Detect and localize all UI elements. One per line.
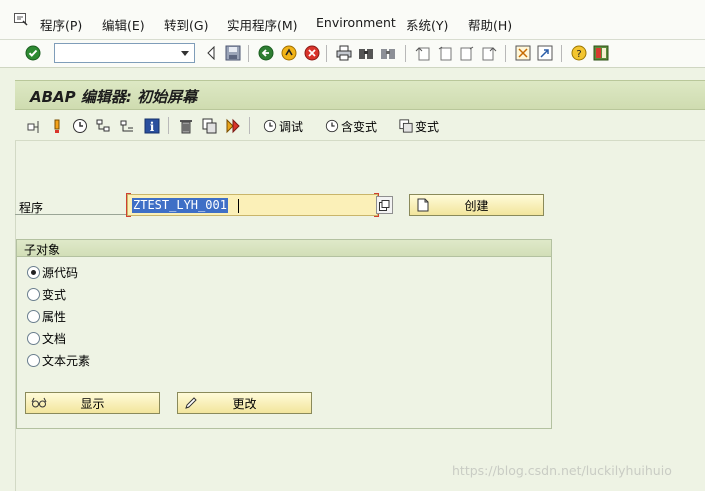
program-name-input[interactable]: ZTEST_LYH_001 bbox=[126, 193, 379, 217]
radio-button[interactable] bbox=[27, 309, 40, 323]
radio-attributes[interactable]: 属性 bbox=[27, 308, 66, 324]
radio-label: 源代码 bbox=[42, 265, 79, 280]
menu-bar: 程序(P) 编辑(E) 转到(G) 实用程序(M) Environment 系统… bbox=[0, 0, 705, 40]
radio-source-code[interactable]: 源代码 bbox=[27, 264, 78, 280]
pencil-icon bbox=[183, 395, 199, 411]
program-name-value[interactable]: ZTEST_LYH_001 bbox=[132, 198, 228, 213]
separator bbox=[561, 45, 562, 62]
object-list-icon[interactable] bbox=[119, 117, 136, 134]
save-icon[interactable] bbox=[224, 44, 242, 62]
variant-label: 变式 bbox=[415, 119, 440, 134]
new-session-icon[interactable] bbox=[514, 44, 532, 62]
text-caret bbox=[238, 199, 239, 213]
debug-label: 调试 bbox=[279, 119, 304, 134]
enter-check-icon[interactable] bbox=[24, 44, 42, 62]
last-page-icon[interactable] bbox=[480, 44, 498, 62]
subobjects-group: 子对象 源代码 变式 属性 文档 文本元素 显示 更改 bbox=[16, 239, 552, 429]
value-help-icon bbox=[379, 199, 390, 211]
radio-label: 属性 bbox=[42, 309, 67, 324]
value-help-button[interactable] bbox=[376, 196, 393, 214]
delete-icon[interactable] bbox=[177, 117, 194, 134]
radio-label: 变式 bbox=[42, 287, 67, 302]
clock-icon bbox=[325, 119, 339, 133]
separator bbox=[168, 117, 169, 134]
copy-icon[interactable] bbox=[201, 117, 218, 134]
menu-program[interactable]: 程序(P) bbox=[40, 15, 82, 34]
first-page-icon[interactable] bbox=[414, 44, 432, 62]
watermark: https://blog.csdn.net/luckilyhuihuio bbox=[452, 463, 672, 478]
rename-icon[interactable] bbox=[225, 117, 242, 134]
separator bbox=[249, 117, 250, 134]
back-triangle-icon[interactable] bbox=[202, 44, 220, 62]
new-document-icon bbox=[415, 197, 431, 213]
layout-menu-icon[interactable] bbox=[592, 44, 610, 62]
execute-with-variant-button[interactable]: 含变式 bbox=[325, 117, 377, 135]
menu-edit[interactable]: 编辑(E) bbox=[102, 15, 145, 34]
required-bracket bbox=[126, 193, 131, 217]
menu-goto[interactable]: 转到(G) bbox=[164, 15, 208, 34]
application-toolbar: i 调试 含变式 变式 bbox=[15, 111, 705, 141]
label-underline bbox=[15, 214, 127, 215]
shortcut-icon[interactable] bbox=[536, 44, 554, 62]
previous-page-icon[interactable] bbox=[436, 44, 454, 62]
find-next-icon[interactable] bbox=[379, 44, 397, 62]
next-page-icon[interactable] bbox=[458, 44, 476, 62]
svg-text:?: ? bbox=[576, 49, 581, 60]
clock-icon bbox=[263, 119, 277, 133]
command-field[interactable] bbox=[54, 43, 195, 63]
check-syntax-icon[interactable] bbox=[48, 117, 65, 134]
back-icon[interactable] bbox=[257, 44, 275, 62]
separator bbox=[405, 45, 406, 62]
chevron-down-icon[interactable] bbox=[176, 44, 194, 62]
menu-help[interactable]: 帮助(H) bbox=[468, 15, 512, 34]
display-button[interactable]: 显示 bbox=[25, 392, 160, 414]
radio-label: 文档 bbox=[42, 331, 67, 346]
other-object-icon[interactable] bbox=[26, 117, 43, 134]
menu-system[interactable]: 系统(Y) bbox=[406, 15, 448, 34]
debug-button[interactable]: 调试 bbox=[263, 117, 303, 135]
menu-environment[interactable]: Environment bbox=[316, 15, 396, 30]
help-icon[interactable]: ? bbox=[570, 44, 588, 62]
variants-button[interactable]: 变式 bbox=[399, 117, 439, 135]
radio-variants[interactable]: 变式 bbox=[27, 286, 66, 302]
where-used-icon[interactable] bbox=[94, 117, 111, 134]
radio-button[interactable] bbox=[27, 265, 40, 279]
radio-button[interactable] bbox=[27, 287, 40, 301]
svg-text:i: i bbox=[149, 120, 154, 134]
group-header: 子对象 bbox=[17, 240, 551, 257]
command-input[interactable] bbox=[55, 44, 175, 62]
cancel-icon[interactable] bbox=[303, 44, 321, 62]
separator bbox=[326, 45, 327, 62]
radio-documentation[interactable]: 文档 bbox=[27, 330, 66, 346]
variant-icon bbox=[399, 119, 413, 133]
glasses-icon bbox=[31, 395, 47, 411]
find-icon[interactable] bbox=[357, 44, 375, 62]
print-icon[interactable] bbox=[335, 44, 353, 62]
system-menu-icon[interactable] bbox=[14, 13, 28, 26]
menu-utilities[interactable]: 实用程序(M) bbox=[227, 15, 298, 34]
radio-label: 文本元素 bbox=[42, 353, 91, 368]
with-variant-label: 含变式 bbox=[341, 119, 378, 134]
create-button[interactable]: 创建 bbox=[409, 194, 544, 216]
radio-text-elements[interactable]: 文本元素 bbox=[27, 352, 90, 368]
separator bbox=[248, 45, 249, 62]
exit-icon[interactable] bbox=[280, 44, 298, 62]
group-title: 子对象 bbox=[24, 243, 61, 257]
info-icon[interactable]: i bbox=[143, 117, 160, 134]
change-button[interactable]: 更改 bbox=[177, 392, 312, 414]
radio-button[interactable] bbox=[27, 331, 40, 345]
separator bbox=[505, 45, 506, 62]
screen-title-bar: ABAP 编辑器: 初始屏幕 bbox=[15, 80, 705, 110]
activate-icon[interactable] bbox=[71, 117, 88, 134]
radio-button[interactable] bbox=[27, 353, 40, 367]
page-title: ABAP 编辑器: 初始屏幕 bbox=[30, 88, 198, 106]
